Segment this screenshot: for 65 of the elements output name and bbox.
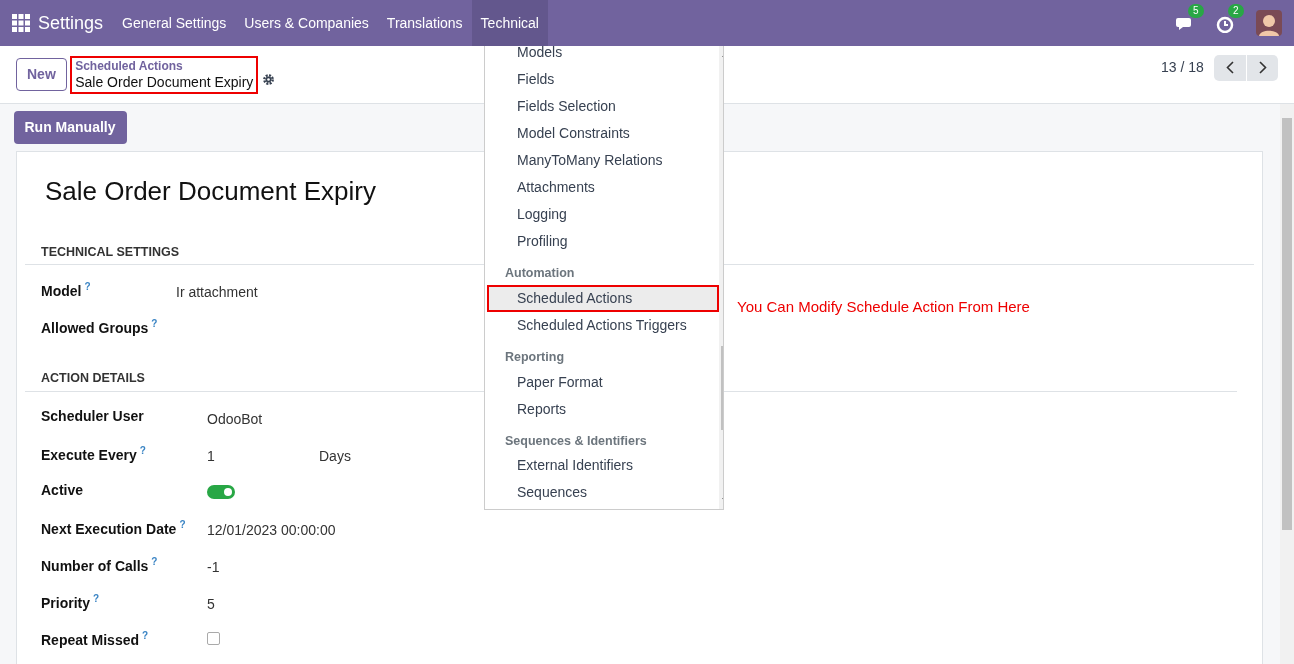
record-name: Sale Order Document Expiry (75, 72, 254, 91)
field-label: Scheduler User (41, 408, 144, 425)
field-label: Model (41, 283, 82, 300)
avatar-icon[interactable] (1256, 10, 1282, 36)
next-button[interactable] (1246, 54, 1278, 81)
help-tooltip[interactable]: ? (151, 318, 158, 330)
chevron-left-icon (1226, 61, 1234, 74)
menu-item[interactable]: Translations (377, 0, 472, 46)
help-tooltip[interactable]: ? (142, 630, 149, 642)
count-badge: 2 (1228, 4, 1244, 18)
interval-unit: Days (319, 447, 351, 467)
field-value: 1 (207, 447, 216, 467)
field-value: OdooBot (207, 410, 263, 430)
chevron-right-icon (1258, 61, 1267, 74)
dropdown-item[interactable]: Model Constraints (485, 120, 719, 147)
menu-item[interactable]: Technical (471, 0, 548, 46)
apps-menu-icon[interactable] (12, 14, 30, 32)
field-label: Allowed Groups (41, 320, 149, 337)
help-tooltip[interactable]: ? (93, 593, 100, 605)
field-label: Number of Calls (41, 557, 149, 574)
field-value: 5 (207, 595, 215, 615)
field-value: -1 (207, 558, 220, 578)
menu-section-header: Sequences & Identifiers (504, 432, 648, 450)
dropdown-item[interactable]: Models (485, 46, 719, 66)
dropdown-item[interactable]: Attachments (485, 174, 719, 201)
field-label: Repeat Missed (41, 631, 140, 648)
dropdown-item[interactable]: Logging (485, 201, 719, 228)
scrollbar[interactable] (1280, 104, 1294, 664)
help-tooltip[interactable]: ? (179, 519, 186, 531)
checkbox[interactable] (207, 632, 220, 646)
gear-icon[interactable] (261, 73, 275, 86)
menu-section-header: Reporting (504, 348, 566, 366)
dropdown-item[interactable]: Sequences (485, 479, 719, 507)
dropdown-item[interactable]: Fields (485, 66, 719, 93)
menu-item[interactable]: General Settings (113, 0, 236, 46)
help-tooltip[interactable]: ? (151, 556, 158, 568)
help-tooltip[interactable]: ? (139, 445, 146, 457)
dropdown-item[interactable]: ManyToMany Relations (485, 147, 719, 174)
pager-value: 13 / 18 (1161, 58, 1204, 77)
field-value: Ir attachment (176, 283, 258, 303)
field-label: Active (41, 482, 84, 499)
dropdown-item[interactable]: External Identifiers (485, 452, 719, 480)
menu-section-header: Automation (504, 265, 576, 282)
run-manually-button[interactable]: Run Manually (13, 110, 127, 144)
breadcrumb-link[interactable]: Scheduled Actions (75, 58, 254, 73)
previous-button[interactable] (1214, 54, 1246, 81)
dropdown-item[interactable]: Reports (485, 395, 719, 423)
count-badge: 5 (1188, 4, 1204, 18)
toggle-switch[interactable] (207, 485, 235, 500)
annotation-note: You Can Modify Schedule Action From Here (737, 297, 1030, 317)
field-label: Next Execution Date (41, 520, 177, 537)
field-value: 12/01/2023 00:00:00 (207, 521, 336, 541)
record-title: Sale Order Document Expiry (44, 175, 376, 207)
dropdown-item[interactable]: Fields Selection (485, 93, 719, 120)
new-button[interactable]: New (16, 58, 67, 91)
dropdown-item[interactable]: Scheduled Actions Triggers (485, 311, 719, 339)
field-label: Priority (41, 594, 90, 611)
scrollbar-thumb[interactable] (1282, 118, 1292, 530)
clock-icon[interactable] (1216, 15, 1234, 33)
help-tooltip[interactable]: ? (84, 281, 91, 293)
dropdown-item[interactable]: Paper Format (485, 368, 719, 396)
menu-item[interactable]: Users & Companies (235, 0, 378, 46)
dropdown-item[interactable]: Scheduled Actions (487, 284, 719, 312)
app-title[interactable]: Settings (30, 9, 114, 37)
field-label: Execute Every (41, 446, 137, 463)
